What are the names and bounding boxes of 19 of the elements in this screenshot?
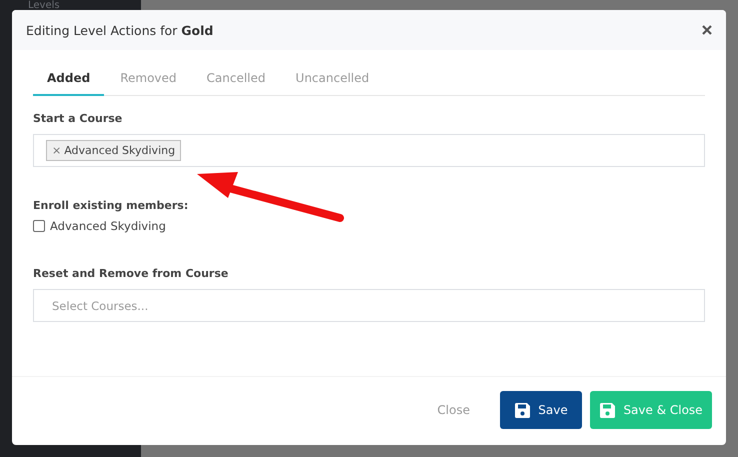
tab[interactable]: Removed bbox=[106, 62, 191, 96]
save-button[interactable]: Save bbox=[500, 391, 582, 429]
save-close-button[interactable]: Save & Close bbox=[590, 391, 712, 429]
field-label: Enroll existing members: bbox=[33, 199, 190, 212]
tab[interactable]: Added bbox=[33, 62, 104, 96]
field-label: Start a Course bbox=[33, 112, 124, 125]
sidebar-item[interactable]: Levels bbox=[0, 0, 141, 11]
close-icon[interactable] bbox=[702, 25, 712, 35]
course-select-field[interactable]: × Advanced Skydiving bbox=[33, 134, 705, 167]
remove-tag-button[interactable]: × bbox=[52, 144, 62, 157]
close-button[interactable]: Close bbox=[415, 391, 492, 429]
course-select-field[interactable]: Select Courses... bbox=[34, 290, 704, 321]
dialog-title: Editing Level Actions for Gold bbox=[26, 22, 214, 38]
tag-label: Advanced Skydiving bbox=[64, 144, 176, 157]
tab[interactable]: Uncancelled bbox=[282, 62, 384, 96]
checkbox[interactable] bbox=[33, 220, 45, 232]
checkbox-label: Advanced Skydiving bbox=[50, 219, 166, 233]
field-label: Reset and Remove from Course bbox=[33, 267, 230, 280]
tab[interactable]: Cancelled bbox=[192, 62, 280, 96]
